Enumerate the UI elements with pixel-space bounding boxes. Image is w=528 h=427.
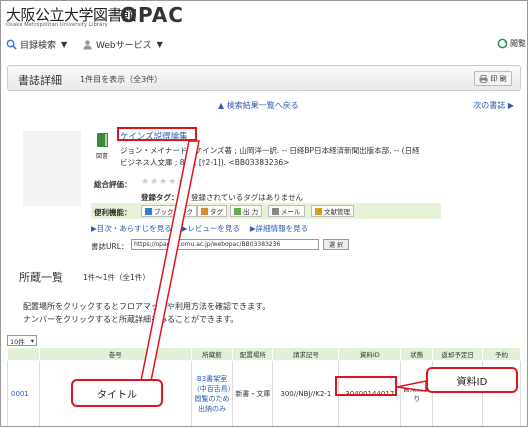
item-id-highlight-box — [335, 376, 397, 396]
page-frame: 大阪公立大学図書館 Osaka Metropolitan University … — [0, 0, 528, 427]
toc-link[interactable]: ▶目次・あらすじを見る — [91, 223, 172, 234]
detail-links: ▶目次・あらすじを見る ▶レビューを見る ▶詳細情報を見る — [91, 223, 308, 234]
export-icon — [234, 207, 241, 215]
review-link[interactable]: ▶レビューを見る — [182, 223, 240, 234]
tag-button[interactable]: タグ — [197, 205, 227, 217]
material-type-label: 図書 — [96, 153, 109, 160]
result-navigation: ▲ 検索結果一覧へ戻る 次の書誌 ▶ — [2, 100, 527, 112]
record-url-field[interactable] — [131, 239, 319, 250]
record-description-line2: ビジネス人文庫 ; 814, [ｹ2-1]). <BB03383236> — [120, 158, 290, 167]
per-page-select[interactable]: 10件 ▾ — [7, 335, 37, 346]
page-title: 書誌詳細 — [18, 74, 62, 87]
col-header-number — [7, 347, 40, 361]
opac-logo[interactable]: OPAC — [120, 3, 184, 27]
holdings-note: 配置場所をクリックするとフロアマップや利用方法を確認できます。 ナンバーをクリッ… — [23, 300, 270, 326]
holdings-title: 所蔵一覧 — [19, 271, 63, 284]
refresh-icon — [497, 38, 508, 49]
back-to-results-link[interactable]: ▲ 検索結果一覧へ戻る — [218, 100, 299, 111]
item-id-callout-label: 資料ID — [456, 376, 488, 388]
site-header: 大阪公立大学図書館 Osaka Metropolitan University … — [2, 2, 527, 31]
item-number-link[interactable]: 0001 — [7, 360, 40, 426]
nav-web-services[interactable]: Webサービス ▼ — [82, 38, 163, 51]
nav-web-services-label: Webサービス — [96, 41, 152, 51]
per-page-value: 10件 — [10, 337, 25, 346]
rating-stars[interactable]: ★★★★★ — [141, 177, 186, 187]
item-location: 新書・文庫 — [232, 360, 274, 426]
output-button[interactable]: 出 力 — [230, 205, 263, 217]
item-id-callout: 資料ID — [426, 367, 518, 393]
printer-icon — [479, 74, 488, 83]
item-library-link[interactable]: B3書架室（中百舌鳥）閲覧のため出納のみ — [190, 360, 234, 426]
col-header-location: 配置場所 — [232, 347, 274, 361]
main-nav: 目録検索 ▼ Webサービス ▼ 閲覧 — [2, 33, 527, 57]
record-description-line1: ジョン・メイナード・ケインズ著 ; 山岡洋一訳. -- 日経BP日本経済新聞出版… — [120, 146, 420, 155]
book-icon — [97, 133, 108, 147]
col-header-call-number: 請求記号 — [272, 347, 340, 361]
nav-browse-history[interactable]: 閲覧 — [497, 38, 526, 49]
next-record-link[interactable]: 次の書誌 ▶ — [473, 100, 514, 111]
url-select-button[interactable]: 選 択 — [323, 239, 349, 250]
title-callout: タイトル — [71, 379, 163, 407]
function-bar: 便利機能： ブックマーク タグ 出 力 メール 文献管理 — [91, 203, 441, 219]
rating-label: 総合評価： — [94, 180, 132, 189]
tag-label: 登録タグ： — [141, 193, 179, 202]
bookmark-label: ブックマーク — [154, 208, 193, 216]
title-highlight-box — [117, 127, 197, 141]
bookmark-button[interactable]: ブックマーク — [141, 205, 197, 217]
reference-manager-label: 文献管理 — [324, 208, 350, 216]
nav-catalog-search[interactable]: 目録検索 ▼ — [6, 38, 67, 51]
user-icon — [83, 40, 92, 50]
library-logo-en: Osaka Metropolitan University Library — [6, 22, 108, 28]
chevron-down-icon: ▾ — [30, 336, 34, 345]
chevron-down-icon: ▼ — [61, 40, 68, 49]
tag-button-label: タグ — [210, 208, 223, 216]
record-description: ジョン・メイナード・ケインズ著 ; 山岡洋一訳. -- 日経BP日本経済新聞出版… — [120, 145, 460, 169]
nav-catalog-search-label: 目録検索 — [20, 41, 57, 51]
col-header-library: 所蔵館 — [190, 347, 234, 361]
nav-browse-label: 閲覧 — [510, 39, 526, 48]
title-callout-label: タイトル — [97, 389, 137, 401]
holdings-note-line2: ナンバーをクリックすると所蔵詳細をみることができます。 — [23, 315, 239, 324]
document-icon — [315, 207, 322, 215]
output-label: 出 力 — [243, 208, 259, 216]
tag-empty-text: 登録されているタグはありません — [191, 193, 304, 202]
chevron-down-icon: ▼ — [156, 40, 163, 49]
record-url-label: 書誌URL： — [91, 242, 129, 251]
col-header-reserve: 予約 — [482, 347, 521, 361]
function-label: 便利機能： — [94, 208, 132, 217]
reference-manager-button[interactable]: 文献管理 — [311, 205, 354, 217]
col-header-item-id: 資料ID — [338, 347, 402, 361]
item-call-number: 300//NBJ//K2-1 — [272, 360, 340, 426]
holdings-note-line1: 配置場所をクリックするとフロアマップや利用方法を確認できます。 — [23, 302, 271, 311]
col-header-status: 状態 — [400, 347, 434, 361]
col-header-volume: 巻号 — [38, 347, 192, 361]
detail-info-link[interactable]: ▶詳細情報を見る — [250, 223, 308, 234]
print-label: 印 刷 — [490, 74, 507, 83]
holdings-count: 1件～1件（全1件） — [83, 273, 150, 282]
print-button[interactable]: 印 刷 — [474, 71, 512, 86]
book-cover-placeholder — [23, 131, 81, 206]
mail-label: メール — [281, 208, 301, 216]
mail-button[interactable]: メール — [268, 205, 305, 217]
mail-icon — [272, 207, 279, 215]
tag-icon — [201, 207, 208, 215]
holdings-header-row: 巻号 所蔵館 配置場所 請求記号 資料ID 状態 返却予定日 予約 — [7, 347, 521, 361]
magnifier-icon — [6, 39, 17, 50]
col-header-due-date: 返却予定日 — [432, 347, 484, 361]
record-title-bar: 書誌詳細 1件目を表示（全3件） 印 刷 — [7, 65, 521, 91]
result-position: 1件目を表示（全3件） — [80, 75, 163, 84]
bookmark-icon — [145, 207, 152, 215]
